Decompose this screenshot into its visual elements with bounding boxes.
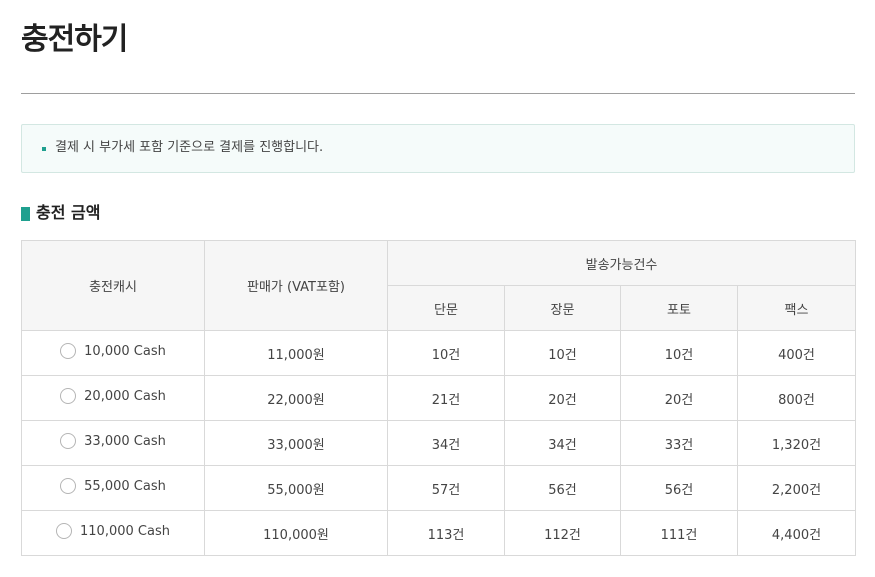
table-row: 55,000 Cash 55,000원 57건 56건 56건 2,200건 [21,465,857,511]
cash-option-radio[interactable]: 55,000 Cash [60,478,166,494]
long-count-cell: 56건 [504,465,621,511]
table-row: 10,000 Cash 11,000원 10건 10건 10건 400건 [21,330,857,376]
cash-option-cell[interactable]: 110,000 Cash [21,510,205,556]
section-marker-icon [21,207,30,221]
radio-button-icon[interactable] [60,388,77,404]
short-count-cell: 113건 [387,510,505,556]
photo-count-cell: 33건 [620,420,738,466]
short-count-cell: 34건 [387,420,505,466]
cash-option-label: 110,000 Cash [80,523,170,539]
cash-option-radio[interactable]: 110,000 Cash [56,523,170,539]
short-count-cell: 10건 [387,330,505,376]
cash-option-cell[interactable]: 33,000 Cash [21,420,205,466]
page-title: 충전하기 [21,22,128,57]
sale-price-cell: 110,000원 [204,510,388,556]
notice-box: 결제 시 부가세 포함 기준으로 결제를 진행합니다. [21,124,855,173]
cash-option-label: 55,000 Cash [84,478,166,494]
radio-button-icon[interactable] [60,433,77,449]
table-row: 20,000 Cash 22,000원 21건 20건 20건 800건 [21,375,857,421]
fax-count-cell: 4,400건 [736,510,857,556]
cash-option-radio[interactable]: 10,000 Cash [60,343,166,359]
cash-option-radio[interactable]: 20,000 Cash [60,388,166,404]
table-row: 33,000 Cash 33,000원 34건 34건 33건 1,320건 [21,420,857,466]
table-row: 110,000 Cash 110,000원 113건 112건 111건 4,4… [21,510,857,556]
long-count-cell: 34건 [504,420,621,466]
photo-count-cell: 10건 [620,330,738,376]
sale-price-cell: 33,000원 [204,420,388,466]
header-fax: 팩스 [736,285,857,331]
cash-option-radio[interactable]: 33,000 Cash [60,433,166,449]
cash-option-cell[interactable]: 20,000 Cash [21,375,205,421]
section-title: 충전 금액 [36,203,101,222]
long-count-cell: 10건 [504,330,621,376]
long-count-cell: 20건 [504,375,621,421]
notice-bullet-icon [42,147,46,151]
photo-count-cell: 20건 [620,375,738,421]
photo-count-cell: 56건 [620,465,738,511]
charge-amount-table: 충전캐시 판매가 (VAT포함) 발송가능건수 단문 장문 포토 팩스 10,0… [21,240,857,556]
radio-button-icon[interactable] [60,478,77,494]
header-sale-price: 판매가 (VAT포함) [204,240,388,331]
sale-price-cell: 22,000원 [204,375,388,421]
sale-price-cell: 55,000원 [204,465,388,511]
title-divider [21,93,855,94]
short-count-cell: 21건 [387,375,505,421]
header-photo-message: 포토 [620,285,738,331]
fax-count-cell: 2,200건 [736,465,857,511]
photo-count-cell: 111건 [620,510,738,556]
fax-count-cell: 1,320건 [736,420,857,466]
short-count-cell: 57건 [387,465,505,511]
cash-option-cell[interactable]: 55,000 Cash [21,465,205,511]
radio-button-icon[interactable] [56,523,73,539]
radio-button-icon[interactable] [60,343,77,359]
fax-count-cell: 800건 [736,375,857,421]
header-charge-cash: 충전캐시 [21,240,205,331]
header-long-message: 장문 [504,285,621,331]
notice-text: 결제 시 부가세 포함 기준으로 결제를 진행합니다. [55,140,324,155]
cash-option-label: 20,000 Cash [84,388,166,404]
header-short-message: 단문 [387,285,505,331]
cash-option-cell[interactable]: 10,000 Cash [21,330,205,376]
header-sendable-count: 발송가능건수 [386,240,857,286]
cash-option-label: 33,000 Cash [84,433,166,449]
cash-option-label: 10,000 Cash [84,343,166,359]
sale-price-cell: 11,000원 [204,330,388,376]
fax-count-cell: 400건 [736,330,857,376]
long-count-cell: 112건 [504,510,621,556]
